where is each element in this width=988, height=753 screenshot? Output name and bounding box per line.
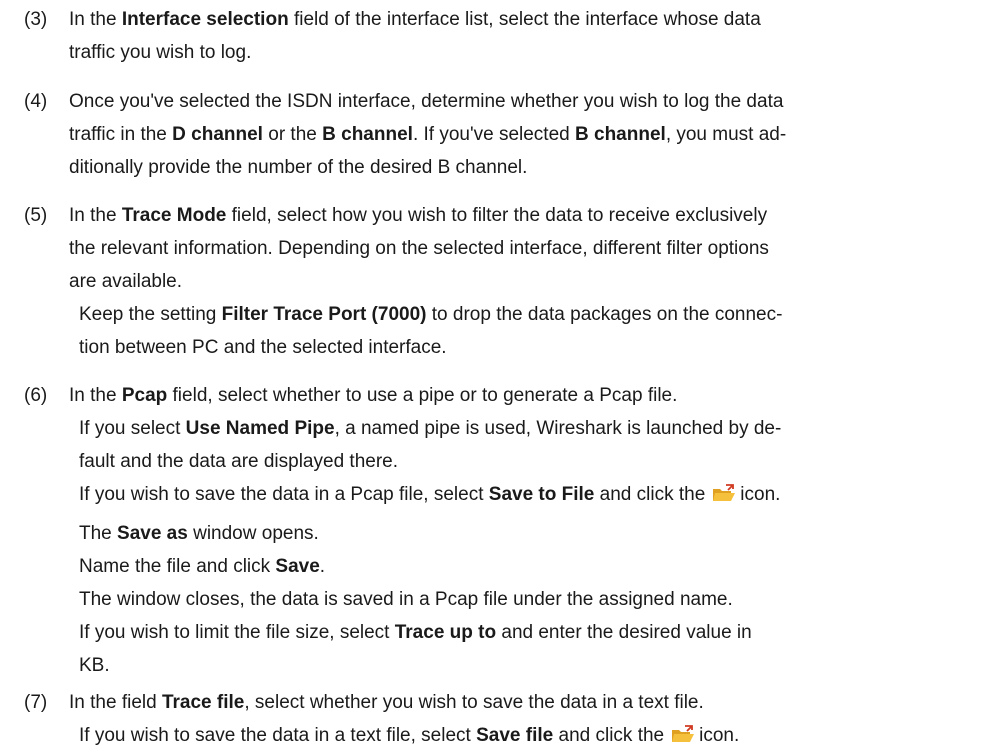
ui-term: Trace file: [161, 692, 245, 713]
step-number: (7): [24, 692, 48, 713]
step-body: Once you've selected the ISDN interface,…: [69, 85, 970, 184]
step-note-line: Name the file and click Save.: [79, 556, 326, 577]
ui-term: Filter Trace Port (7000): [221, 304, 427, 325]
step-note-line: Keep the setting Filter Trace Port (7000…: [79, 304, 783, 325]
folder-open-icon: [670, 725, 696, 745]
step-body: In the field Trace file, select whether …: [69, 686, 970, 752]
step-number: (4): [24, 91, 48, 112]
folder-open-icon: [711, 484, 737, 504]
step-note-line: If you select Use Named Pipe, a named pi…: [79, 418, 782, 439]
ui-term: B channel: [575, 124, 666, 145]
step-line: traffic you wish to log.: [69, 42, 252, 63]
step-line: In the field Trace file, select whether …: [69, 692, 704, 713]
step-line: traffic in the D channel or the B channe…: [69, 124, 787, 145]
step-number: (3): [24, 9, 48, 30]
ui-term: Save as: [117, 523, 188, 544]
step-body: In the Interface selection field of the …: [69, 3, 970, 69]
ui-term: Interface selection: [121, 9, 289, 30]
step-note-line: fault and the data are displayed there.: [79, 451, 399, 472]
step-note-line: KB.: [79, 655, 110, 676]
step-note-line: The window closes, the data is saved in …: [79, 589, 733, 610]
step-line: Once you've selected the ISDN interface,…: [69, 91, 784, 112]
step-note-line: tion between PC and the selected interfa…: [79, 337, 447, 358]
step-line: are available.: [69, 271, 183, 292]
ui-term: Trace up to: [394, 622, 497, 643]
step-line: the relevant information. Depending on t…: [69, 238, 769, 259]
step-note-line: The Save as window opens.: [79, 523, 319, 544]
step-number: (6): [24, 385, 48, 406]
ui-term: Pcap: [121, 385, 168, 406]
step-line: In the Trace Mode field, select how you …: [69, 205, 768, 226]
ui-term: Trace Mode: [121, 205, 227, 226]
step-note-line: If you wish to limit the file size, sele…: [79, 622, 752, 643]
ui-term: Save to File: [488, 484, 595, 505]
step-line: In the Pcap field, select whether to use…: [69, 385, 678, 406]
step-body: In the Trace Mode field, select how you …: [69, 199, 970, 364]
step-number: (5): [24, 205, 48, 226]
step-note-line: If you wish to save the data in a text f…: [79, 725, 740, 746]
ui-term: B channel: [322, 124, 413, 145]
manual-page: (3) In the Interface selection field of …: [0, 0, 988, 753]
ui-term: Save file: [476, 725, 554, 746]
step-note-line: If you wish to save the data in a Pcap f…: [79, 484, 781, 505]
ui-term: D channel: [172, 124, 263, 145]
step-line: ditionally provide the number of the des…: [69, 157, 528, 178]
step-body: In the Pcap field, select whether to use…: [69, 379, 970, 682]
step-line: In the Interface selection field of the …: [69, 9, 761, 30]
ui-term: Use Named Pipe: [185, 418, 335, 439]
ui-term: Save: [275, 556, 320, 577]
